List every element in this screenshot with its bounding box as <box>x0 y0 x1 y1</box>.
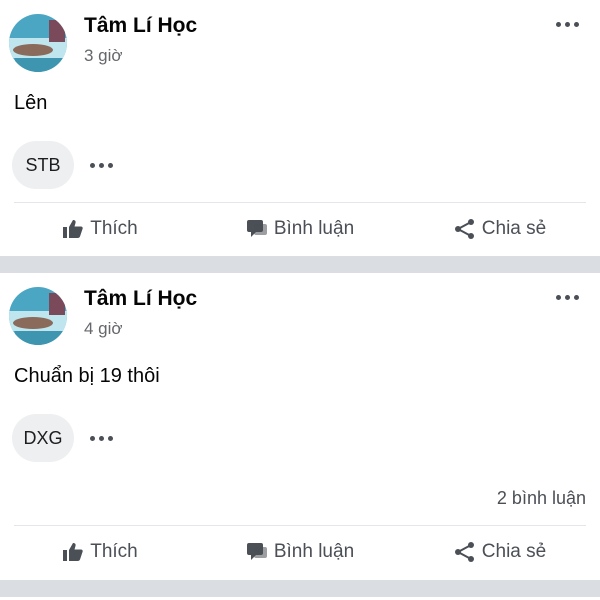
comment-label: Bình luận <box>273 218 355 239</box>
share-label: Chia sẻ <box>481 218 547 239</box>
share-label: Chia sẻ <box>481 541 547 562</box>
more-options-icon[interactable] <box>554 14 580 34</box>
divider <box>14 202 586 203</box>
post-content: Chuẩn bị 19 thôi <box>14 365 160 387</box>
author-avatar[interactable] <box>9 14 67 72</box>
post-content: Lên <box>14 92 48 114</box>
like-button[interactable]: Thích <box>0 208 200 250</box>
post-time[interactable]: 4 giờ <box>84 319 123 339</box>
stock-tag-button[interactable]: STB <box>12 141 74 189</box>
post-time[interactable]: 3 giờ <box>84 46 123 66</box>
share-icon <box>454 218 476 240</box>
comment-count[interactable]: 2 bình luận <box>497 488 586 509</box>
like-label: Thích <box>90 541 138 562</box>
feed-separator <box>0 580 600 597</box>
thumbs-up-icon <box>62 219 84 239</box>
speech-bubble-icon <box>246 542 268 562</box>
post-card: Tâm Lí Học 3 giờ Lên STB Thích Bình luận… <box>0 0 600 256</box>
share-button[interactable]: Chia sẻ <box>400 531 600 573</box>
feed-separator <box>0 256 600 273</box>
like-label: Thích <box>90 218 138 239</box>
share-icon <box>454 541 476 563</box>
thumbs-up-icon <box>62 542 84 562</box>
share-button[interactable]: Chia sẻ <box>400 208 600 250</box>
stock-tag-button[interactable]: DXG <box>12 414 74 462</box>
author-avatar[interactable] <box>9 287 67 345</box>
post-card: Tâm Lí Học 4 giờ Chuẩn bị 19 thôi DXG 2 … <box>0 273 600 580</box>
divider <box>14 525 586 526</box>
comment-button[interactable]: Bình luận <box>200 531 400 573</box>
author-name[interactable]: Tâm Lí Học <box>84 14 197 38</box>
tag-more-icon[interactable] <box>86 159 117 172</box>
comment-button[interactable]: Bình luận <box>200 208 400 250</box>
like-button[interactable]: Thích <box>0 531 200 573</box>
tag-more-icon[interactable] <box>86 432 117 445</box>
comment-label: Bình luận <box>273 541 355 562</box>
author-name[interactable]: Tâm Lí Học <box>84 287 197 311</box>
speech-bubble-icon <box>246 219 268 239</box>
more-options-icon[interactable] <box>554 287 580 307</box>
